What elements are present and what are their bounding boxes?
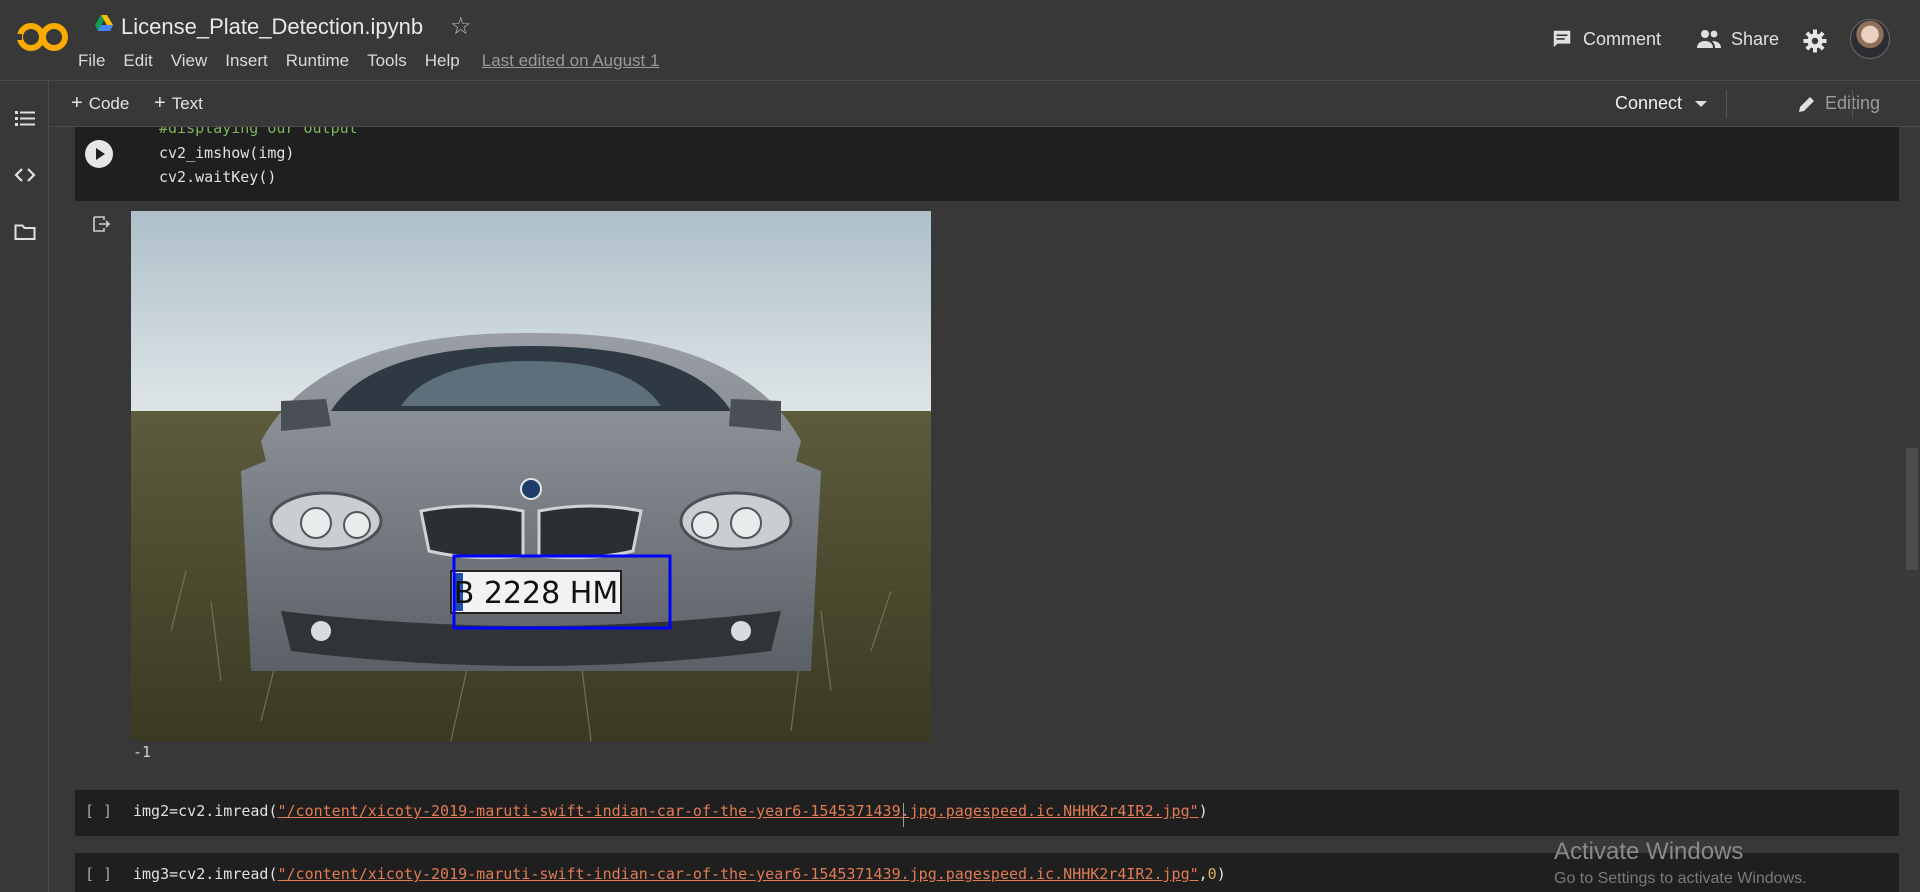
plate-text: B 2228 HM [454, 576, 618, 611]
code-line: img2=cv2.imread("/content/xicoty-2019-ma… [133, 802, 1208, 820]
code-arg-separator: , [1198, 865, 1208, 883]
code-cell[interactable]: [ ] img2=cv2.imread("/content/xicoty-201… [75, 790, 1899, 836]
output-car-image: B 2228 HM [131, 211, 931, 741]
menu-bar: File Edit View Insert Runtime Tools Help… [78, 51, 659, 71]
connect-dropdown-icon[interactable] [1695, 101, 1707, 107]
run-cell-button[interactable]: [ ] [85, 865, 112, 883]
comment-button[interactable]: Comment [1551, 28, 1661, 50]
code-suffix: ) [1198, 802, 1208, 820]
connect-button[interactable]: Connect [1615, 93, 1682, 114]
mouse-text-cursor [903, 803, 904, 827]
code-number: 0 [1207, 865, 1217, 883]
editing-mode-button[interactable]: Editing [1797, 93, 1880, 114]
activate-windows-subtext: Go to Settings to activate Windows. [1554, 870, 1807, 887]
code-prefix: img3=cv2.imread( [133, 865, 278, 883]
menu-view[interactable]: View [171, 51, 208, 71]
code-prefix: img2=cv2.imread( [133, 802, 278, 820]
toolbar-divider [1726, 90, 1727, 118]
code-string-path[interactable]: "/content/xicoty-2019-maruti-swift-india… [278, 802, 1199, 820]
table-of-contents-icon[interactable] [14, 107, 36, 129]
run-cell-button[interactable]: [ ] [85, 802, 112, 820]
add-text-button[interactable]: + Text [154, 92, 203, 115]
user-avatar[interactable] [1850, 19, 1890, 59]
activate-windows-watermark: Activate Windows [1554, 838, 1744, 865]
google-drive-icon [95, 15, 113, 31]
code-cell[interactable]: #displaying our output cv2_imshow(img) c… [75, 127, 1899, 201]
colab-logo[interactable] [16, 20, 70, 54]
code-string-path[interactable]: "/content/xicoty-2019-maruti-swift-india… [278, 865, 1199, 883]
menu-tools[interactable]: Tools [367, 51, 407, 71]
settings-gear-icon[interactable] [1803, 29, 1827, 53]
notebook-title[interactable]: License_Plate_Detection.ipynb [121, 14, 423, 40]
code-line: cv2.waitKey() [159, 168, 277, 186]
menu-file[interactable]: File [78, 51, 105, 71]
menu-insert[interactable]: Insert [225, 51, 268, 71]
comment-icon [1553, 30, 1571, 48]
menu-runtime[interactable]: Runtime [286, 51, 349, 71]
menu-help[interactable]: Help [425, 51, 460, 71]
share-people-icon [1697, 30, 1721, 48]
share-label: Share [1731, 28, 1780, 49]
menu-edit[interactable]: Edit [123, 51, 152, 71]
add-text-label: Text [171, 94, 203, 113]
notebook-toolbar: + Code + Text Connect Editing [49, 81, 1920, 127]
run-cell-button[interactable] [85, 140, 113, 168]
code-line: cv2_imshow(img) [159, 144, 295, 162]
code-line: img3=cv2.imread("/content/xicoty-2019-ma… [133, 865, 1226, 883]
pencil-icon [1799, 96, 1814, 112]
code-comment: #displaying our output [159, 127, 358, 137]
toolbar-divider [1852, 90, 1853, 118]
add-code-button[interactable]: + Code [71, 92, 129, 115]
last-edited-link[interactable]: Last edited on August 1 [482, 51, 660, 71]
plus-icon: + [154, 92, 166, 114]
output-result-text: -1 [133, 743, 152, 761]
star-icon[interactable]: ☆ [450, 12, 472, 41]
comment-label: Comment [1583, 28, 1662, 49]
code-snippets-icon[interactable] [14, 164, 36, 186]
add-code-label: Code [88, 94, 130, 113]
app-header: License_Plate_Detection.ipynb ☆ File Edi… [0, 0, 1920, 81]
files-folder-icon[interactable] [14, 221, 36, 243]
output-actions-icon[interactable] [92, 215, 112, 233]
code-suffix: ) [1216, 865, 1226, 883]
left-sidebar [0, 81, 49, 892]
scrollbar-thumb[interactable] [1906, 448, 1918, 570]
plus-icon: + [71, 92, 83, 114]
share-button[interactable]: Share [1697, 28, 1779, 50]
notebook-area: #displaying our output cv2_imshow(img) c… [49, 127, 1906, 892]
